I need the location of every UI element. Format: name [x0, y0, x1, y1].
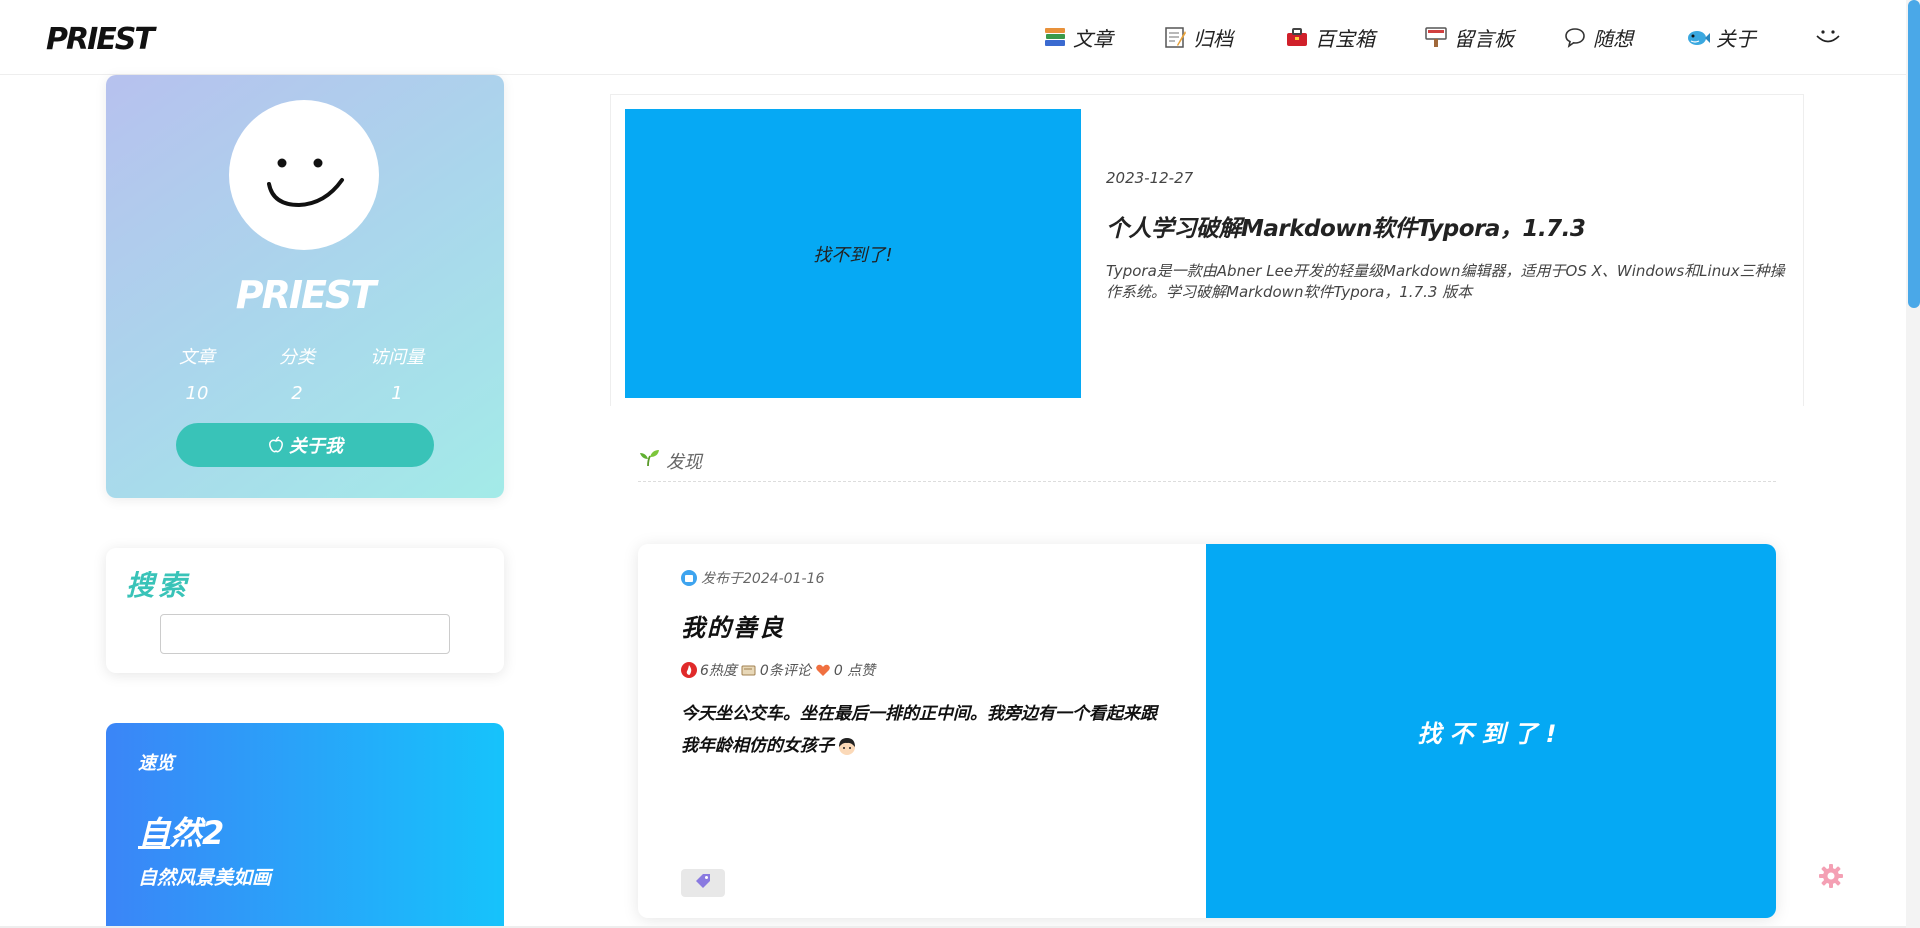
post-published: 发布于2024-01-16 — [701, 571, 825, 587]
quick-view-card[interactable]: 速览 自然2 自然风景美如画 — [106, 723, 504, 928]
nav-item-guestbook[interactable]: 留言板 — [1424, 22, 1514, 52]
post-stats: 6热度 0条评论 0 点赞 — [681, 660, 875, 680]
stat-label: 分类 — [279, 347, 315, 368]
stat-value: 1 — [391, 383, 403, 404]
nav-label: 关于 — [1716, 26, 1756, 51]
post-image-text: 找不到了! — [1417, 719, 1565, 748]
stat-label: 文章 — [179, 347, 215, 368]
site-logo[interactable]: PRIEST — [46, 22, 155, 57]
stat-label: 访问量 — [370, 347, 424, 368]
nav-item-thoughts[interactable]: 随想 — [1563, 22, 1633, 52]
featured-image-text: 找不到了! — [813, 244, 893, 266]
girl-emoji-icon — [836, 735, 858, 757]
avatar[interactable] — [229, 100, 379, 250]
seedling-icon — [638, 448, 660, 468]
post-comments: 0条评论 — [759, 663, 811, 679]
search-card: 搜索 — [106, 548, 504, 673]
search-title: 搜索 — [126, 569, 191, 602]
featured-title[interactable]: 个人学习破解Markdown软件Typora，1.7.3 — [1106, 209, 1586, 243]
stat-categories: 分类 2 — [252, 343, 342, 404]
post-card[interactable]: 发布于2024-01-16 我的善良 6热度 0条评论 0 点赞 今天坐公交车。… — [638, 544, 1776, 918]
featured-date: 2023-12-27 — [1106, 169, 1194, 187]
stat-visits: 访问量 1 — [352, 343, 442, 404]
post-meta: 发布于2024-01-16 — [681, 568, 824, 588]
scrollbar-thumb[interactable] — [1908, 0, 1920, 308]
books-icon — [1043, 25, 1067, 49]
post-likes: 0 点赞 — [833, 663, 876, 679]
tag-button[interactable] — [681, 869, 725, 897]
nav-label: 留言板 — [1454, 26, 1514, 51]
nav-label: 百宝箱 — [1315, 26, 1375, 51]
stat-articles: 文章 10 — [152, 343, 242, 404]
calendar-icon — [681, 570, 697, 586]
nav-label: 归档 — [1193, 26, 1233, 51]
quick-view-subtitle: 自然风景美如画 — [138, 867, 272, 889]
post-image[interactable]: 找不到了! — [1206, 544, 1776, 918]
speech-bubble-icon — [1563, 25, 1587, 49]
featured-description: Typora是一款由Abner Lee开发的轻量级Markdown编辑器，适用于… — [1106, 262, 1785, 301]
apple-icon — [267, 436, 285, 454]
fish-icon — [1686, 25, 1710, 49]
nav-item-archive[interactable]: 归档 — [1163, 22, 1233, 52]
heart-icon — [815, 662, 831, 678]
featured-post[interactable]: 找不到了! 2023-12-27 个人学习破解Markdown软件Typora，… — [610, 94, 1804, 406]
featured-image[interactable]: 找不到了! — [625, 109, 1081, 398]
nav-item-articles[interactable]: 文章 — [1043, 22, 1113, 52]
fire-icon — [681, 662, 697, 678]
post-title[interactable]: 我的善良 — [681, 608, 785, 643]
nav-label: 随想 — [1593, 26, 1633, 51]
quick-view-title-rest: 然2 — [170, 814, 225, 852]
comment-icon — [741, 662, 757, 678]
signboard-icon — [1424, 25, 1448, 49]
stat-value: 2 — [291, 383, 303, 404]
tag-icon — [694, 872, 712, 894]
post-excerpt-text: 今天坐公交车。坐在最后一排的正中间。我旁边有一个看起来跟我年龄相仿的女孩子 — [681, 704, 1157, 756]
quick-view-title[interactable]: 自然2 — [138, 808, 224, 854]
discover-label: 发现 — [666, 452, 702, 473]
toolbox-icon — [1285, 25, 1309, 49]
quick-view-title-underlined: 自 — [138, 814, 171, 852]
about-me-button[interactable]: 关于我 — [176, 423, 434, 467]
nav-item-about[interactable]: 关于 — [1686, 22, 1756, 52]
post-excerpt: 今天坐公交车。坐在最后一排的正中间。我旁边有一个看起来跟我年龄相仿的女孩子 — [681, 698, 1171, 762]
post-heat: 6热度 — [700, 663, 737, 679]
smile-icon[interactable] — [1813, 27, 1843, 47]
top-header: PRIEST 文章 归档 百宝箱 留言板 随想 关于 — [0, 0, 1906, 75]
profile-name: PRIEST — [235, 273, 377, 317]
gear-icon[interactable] — [1817, 862, 1845, 890]
about-me-label: 关于我 — [289, 436, 343, 457]
nav-label: 文章 — [1073, 26, 1113, 51]
memo-icon — [1163, 25, 1187, 49]
search-input[interactable] — [160, 614, 450, 654]
stat-value: 10 — [185, 383, 209, 404]
nav-item-toolbox[interactable]: 百宝箱 — [1285, 22, 1375, 52]
discover-section-header: 发现 — [638, 446, 1776, 482]
quick-view-label: 速览 — [138, 753, 174, 774]
profile-card: PRIEST 文章 10 分类 2 访问量 1 关于我 — [106, 75, 504, 498]
